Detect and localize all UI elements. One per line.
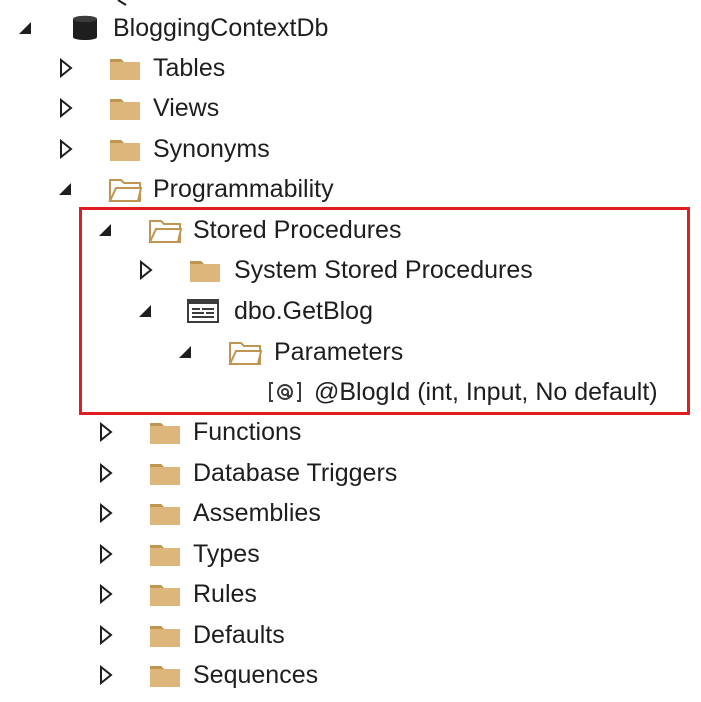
tree-node-label: dbo.GetBlog — [234, 297, 373, 325]
tree-node-procedure-getblog[interactable]: dbo.GetBlog — [0, 291, 701, 331]
parameter-icon — [269, 382, 301, 402]
collapsed-arrow-icon[interactable] — [96, 665, 116, 685]
collapsed-arrow-icon[interactable] — [96, 503, 116, 523]
expanded-arrow-icon[interactable] — [16, 18, 36, 38]
tree-node-types[interactable]: Types — [0, 534, 701, 574]
folder-icon — [150, 423, 180, 444]
tree-node-label: Functions — [193, 418, 302, 446]
collapsed-arrow-icon[interactable] — [96, 625, 116, 645]
collapsed-arrow-icon[interactable] — [136, 260, 156, 280]
folder-icon — [150, 666, 180, 687]
tree-node-label: @BlogId (int, Input, No default) — [314, 378, 658, 406]
tree-node-functions[interactable]: Functions — [0, 412, 701, 452]
folder-icon — [110, 59, 140, 80]
tree-node-programmability[interactable]: Programmability — [0, 169, 701, 209]
collapsed-arrow-icon[interactable] — [96, 544, 116, 564]
folder-icon — [150, 626, 180, 647]
tree-node-database[interactable]: BloggingContextDb — [0, 8, 701, 48]
folder-icon — [150, 464, 180, 485]
tree-node-label: Stored Procedures — [193, 216, 402, 244]
tree-node-label: Rules — [193, 580, 257, 608]
object-explorer-tree: BloggingContextDb Tables Views Synonyms … — [0, 0, 701, 702]
expanded-arrow-icon[interactable] — [96, 220, 116, 240]
tree-node-label: Synonyms — [153, 135, 270, 163]
tree-node-label: Types — [193, 540, 260, 568]
tree-node-defaults[interactable]: Defaults — [0, 615, 701, 655]
tree-node-label: Views — [153, 94, 220, 122]
tree-node-label: Parameters — [274, 338, 404, 366]
tree-node-label: Sequences — [193, 661, 319, 689]
folder-icon — [190, 261, 220, 282]
tree-node-label: Database Triggers — [193, 459, 398, 487]
tree-node-views[interactable]: Views — [0, 88, 701, 128]
collapsed-arrow-icon[interactable] — [56, 58, 76, 78]
partial-row-above-icon — [117, 0, 127, 6]
collapsed-arrow-icon[interactable] — [56, 139, 76, 159]
folder-icon — [110, 140, 140, 161]
tree-node-parameter-blogid[interactable]: @BlogId (int, Input, No default) — [0, 372, 701, 412]
folder-open-icon — [148, 220, 182, 243]
tree-node-label: Assemblies — [193, 499, 321, 527]
folder-icon — [110, 99, 140, 120]
expanded-arrow-icon[interactable] — [136, 301, 156, 321]
folder-icon — [150, 545, 180, 566]
collapsed-arrow-icon[interactable] — [96, 422, 116, 442]
folder-icon — [150, 585, 180, 606]
tree-node-label: Tables — [153, 54, 226, 82]
tree-node-tables[interactable]: Tables — [0, 48, 701, 88]
folder-open-icon — [228, 342, 262, 365]
tree-node-label: Programmability — [153, 175, 334, 203]
collapsed-arrow-icon[interactable] — [96, 463, 116, 483]
tree-node-system-stored-procedures[interactable]: System Stored Procedures — [0, 250, 701, 290]
tree-node-rules[interactable]: Rules — [0, 574, 701, 614]
tree-node-label: System Stored Procedures — [234, 256, 533, 284]
expanded-arrow-icon[interactable] — [56, 179, 76, 199]
tree-node-label: Defaults — [193, 621, 285, 649]
tree-node-stored-procedures[interactable]: Stored Procedures — [0, 210, 701, 250]
folder-open-icon — [108, 179, 142, 202]
tree-node-synonyms[interactable]: Synonyms — [0, 129, 701, 169]
stored-procedure-icon — [187, 299, 219, 323]
tree-node-assemblies[interactable]: Assemblies — [0, 493, 701, 533]
collapsed-arrow-icon[interactable] — [56, 98, 76, 118]
folder-icon — [150, 504, 180, 525]
tree-node-sequences[interactable]: Sequences — [0, 655, 701, 695]
expanded-arrow-icon[interactable] — [176, 342, 196, 362]
tree-node-database-triggers[interactable]: Database Triggers — [0, 453, 701, 493]
database-icon — [73, 15, 97, 40]
collapsed-arrow-icon[interactable] — [96, 584, 116, 604]
tree-node-label: BloggingContextDb — [113, 14, 329, 42]
tree-node-parameters[interactable]: Parameters — [0, 332, 701, 372]
